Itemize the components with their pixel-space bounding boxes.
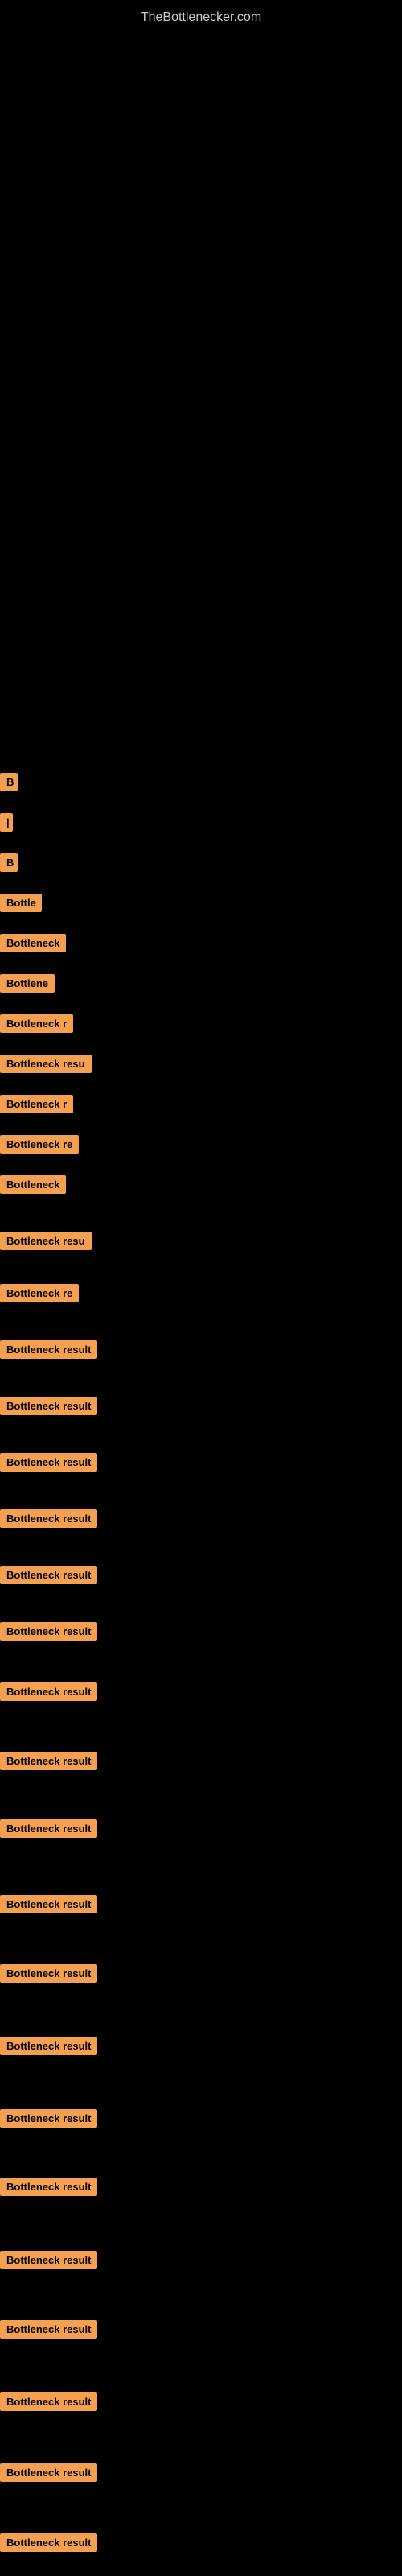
bottleneck-label: Bottleneck resu	[0, 1232, 92, 1250]
bottleneck-label: Bottleneck result	[0, 2463, 97, 2482]
bottleneck-label: Bottleneck result	[0, 2037, 97, 2055]
bottleneck-label: Bottleneck result	[0, 1566, 97, 1584]
bottleneck-label: Bottleneck result	[0, 1964, 97, 1983]
bottleneck-label: Bottleneck result	[0, 2392, 97, 2411]
bottleneck-label: Bottleneck r	[0, 1014, 73, 1033]
bottleneck-label: Bottleneck result	[0, 1682, 97, 1701]
bottleneck-label: Bottleneck result	[0, 2109, 97, 2128]
bottleneck-label: Bottleneck r	[0, 1095, 73, 1113]
site-title: TheBottlenecker.com	[0, 4, 402, 31]
bottleneck-label: B	[0, 773, 18, 791]
bottleneck-label: Bottleneck result	[0, 1397, 97, 1415]
bottleneck-label: Bottle	[0, 894, 42, 912]
bottleneck-label: Bottleneck result	[0, 1895, 97, 1913]
bottleneck-label: |	[0, 813, 13, 832]
bottleneck-label: Bottleneck result	[0, 1622, 97, 1641]
bottleneck-label: Bottleneck result	[0, 2178, 97, 2196]
bottleneck-label: Bottlene	[0, 974, 55, 993]
bottleneck-label: Bottleneck result	[0, 1819, 97, 1838]
bottleneck-label: Bottleneck result	[0, 2320, 97, 2339]
bottleneck-label: Bottleneck re	[0, 1135, 79, 1154]
bottleneck-label: Bottleneck resu	[0, 1055, 92, 1073]
bottleneck-label: Bottleneck result	[0, 1340, 97, 1359]
bottleneck-label: Bottleneck result	[0, 1752, 97, 1770]
bottleneck-label: Bottleneck result	[0, 2533, 97, 2552]
bottleneck-label: B	[0, 853, 18, 872]
bottleneck-label: Bottleneck result	[0, 1453, 97, 1472]
bottleneck-label: Bottleneck re	[0, 1284, 79, 1302]
bottleneck-label: Bottleneck	[0, 1175, 66, 1194]
bottleneck-label: Bottleneck result	[0, 2251, 97, 2269]
bottleneck-label: Bottleneck	[0, 934, 66, 952]
bottleneck-label: Bottleneck result	[0, 1509, 97, 1528]
